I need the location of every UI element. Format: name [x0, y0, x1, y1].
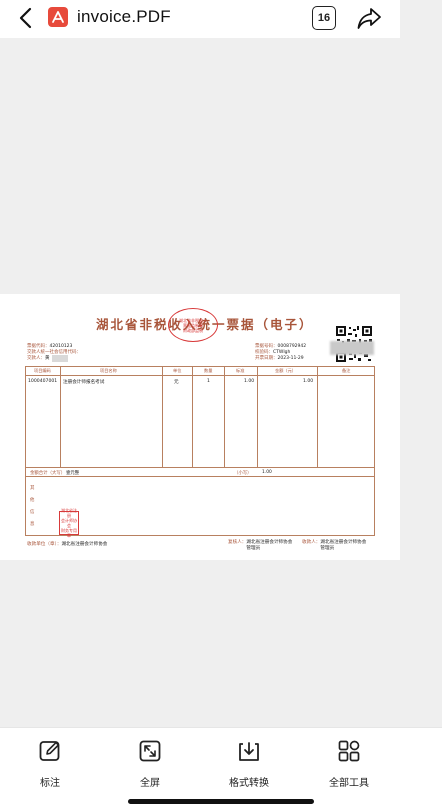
seal-line-3: 财政部监制: [183, 327, 203, 333]
bottom-toolbar: 标注 全屏 格式转换 全部工具: [0, 727, 442, 808]
invoice-table: 项目编码 项目名称 单位 数量 标准 金额（元） 备注 1000407001 注…: [25, 366, 375, 538]
other-info-label: 其 他 信 息: [30, 486, 35, 527]
row-unit: 元: [174, 380, 179, 385]
payee: 收款人：湖北省注册会计师协会管理员: [302, 540, 367, 551]
header-code: 项目编码: [34, 368, 51, 373]
total-small: 1.00: [262, 470, 272, 475]
fullscreen-button[interactable]: 全屏: [110, 738, 190, 789]
annotate-icon: [39, 741, 60, 761]
payee-unit: 收款单位（章）：湖北省注册会计师协会: [27, 542, 108, 547]
meta-date: 开票日期：2023-11-29: [255, 356, 304, 361]
all-tools-button[interactable]: 全部工具: [309, 738, 389, 789]
header-std: 标准: [236, 368, 245, 373]
header-qty: 数量: [204, 368, 213, 373]
pdf-file-icon: [48, 7, 68, 27]
annotate-button[interactable]: 标注: [10, 738, 90, 789]
document-page[interactable]: 湖北省非税收入统一票据（电子） 湖北省非税收入 票据监制章 财政部监制 票据代码…: [0, 294, 400, 560]
convert-icon: [239, 742, 259, 761]
total-row: 金额合计（大写） 壹元整 （小写） 1.00: [26, 467, 374, 477]
share-icon: [357, 8, 381, 29]
table-header: [26, 367, 374, 376]
header-unit: 单位: [173, 368, 182, 373]
all-tools-label: 全部工具: [329, 778, 369, 789]
total-small-label: （小写）: [234, 471, 252, 476]
redacted-name: [52, 355, 68, 362]
row-std: 1.00: [244, 379, 255, 384]
row-name: 注册会计师报名考试: [63, 380, 105, 385]
fullscreen-label: 全屏: [140, 778, 160, 789]
top-bar: invoice.PDF 16: [0, 0, 400, 38]
header-name: 项目名称: [100, 368, 117, 373]
file-title: invoice.PDF: [77, 7, 171, 26]
header-remark: 备注: [342, 368, 351, 373]
supervision-seal: 湖北省非税收入 票据监制章 财政部监制: [168, 308, 218, 342]
reviewer: 复核人：湖北省注册会计师协会管理员: [228, 540, 293, 551]
home-indicator[interactable]: [128, 799, 314, 804]
page-count-button[interactable]: 16: [312, 6, 336, 30]
total-label: 金额合计（大写）: [30, 471, 66, 476]
header-amount: 金额（元）: [275, 368, 296, 373]
row-code: 1000407001: [28, 379, 58, 384]
total-upper: 壹元整: [66, 471, 80, 476]
meta-right: 票据号码：0008792942 校验码：CTWIgh 开票日期：2023-11-…: [255, 344, 306, 362]
fullscreen-icon: [139, 740, 161, 762]
chevron-left-icon: [19, 7, 32, 29]
row-amount: 1.00: [303, 379, 314, 384]
row-qty: 1: [207, 379, 210, 384]
all-tools-icon: [338, 740, 360, 762]
finance-stamp: 湖北省注册 会计师协会 财务专用章: [59, 508, 79, 538]
convert-label: 格式转换: [229, 778, 269, 789]
redacted-area: [330, 341, 374, 355]
convert-button[interactable]: 格式转换: [209, 738, 289, 789]
back-button[interactable]: [14, 5, 36, 31]
annotate-label: 标注: [40, 778, 60, 789]
share-button[interactable]: [356, 5, 382, 31]
